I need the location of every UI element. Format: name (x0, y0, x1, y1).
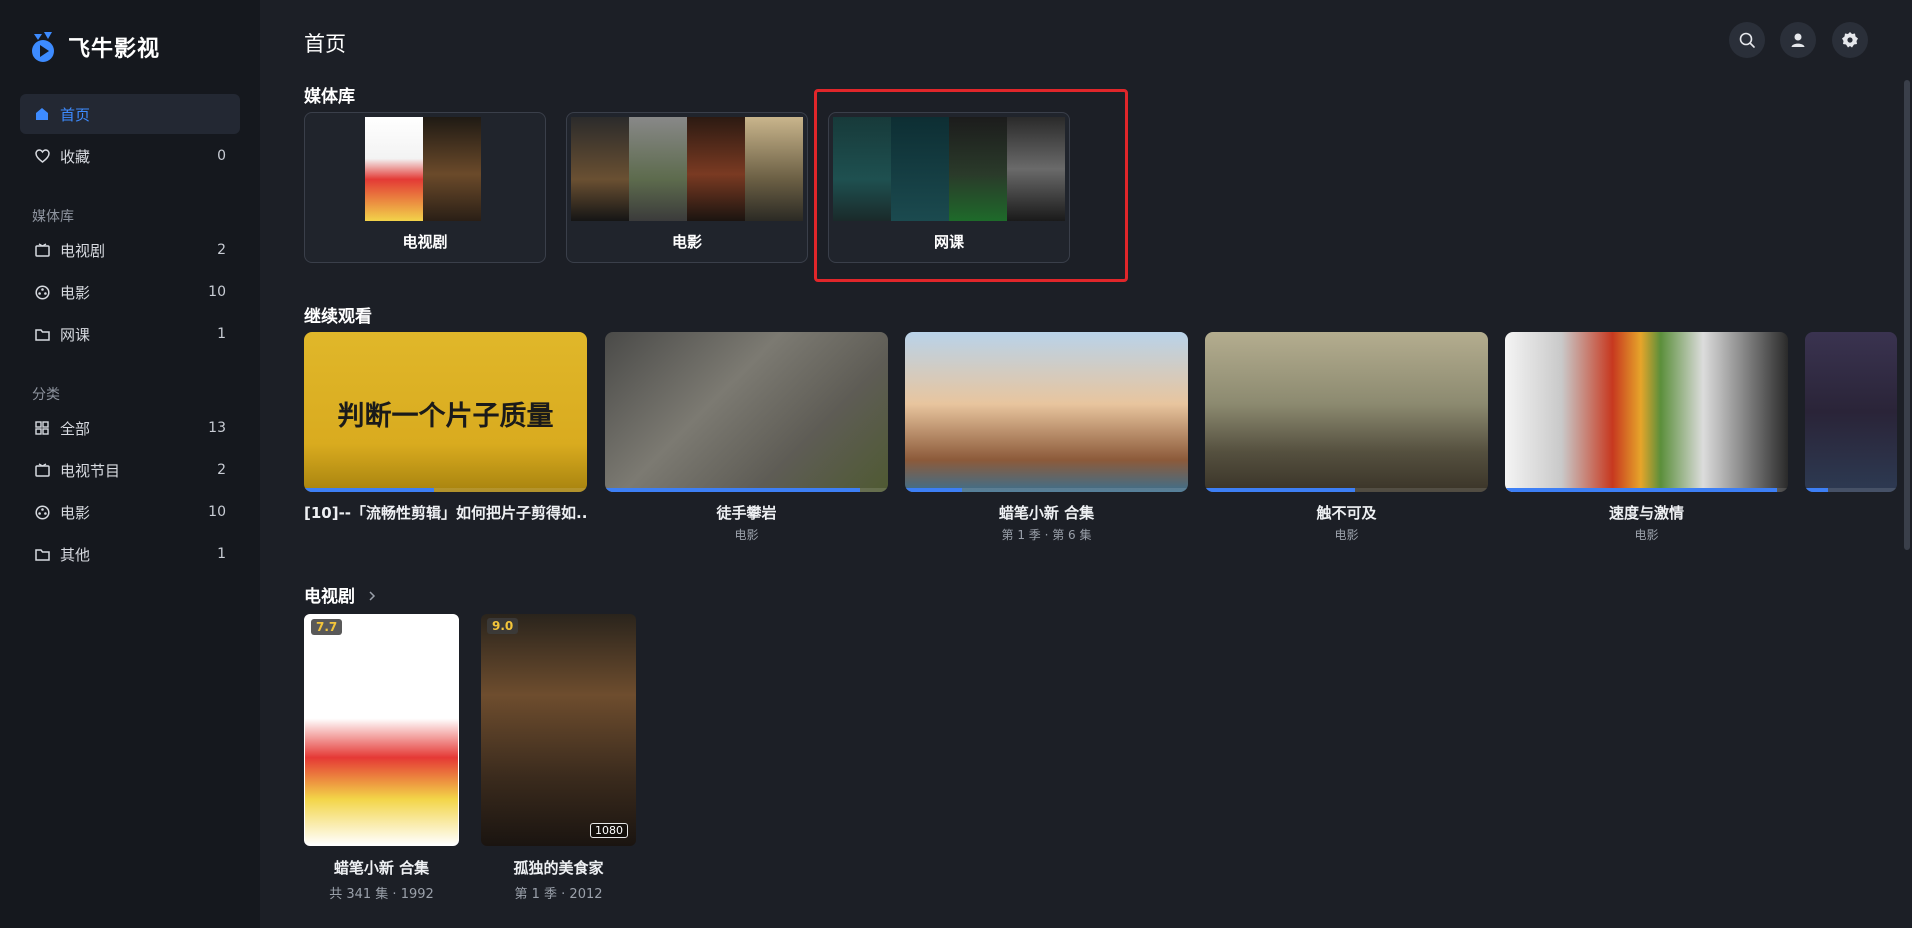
library-card-movies[interactable]: 电影 (566, 112, 808, 263)
sidebar-item-home[interactable]: 首页 (20, 94, 240, 134)
sidebar-item-label: 收藏 (60, 147, 91, 166)
sidebar-item-all[interactable]: 全部 13 (20, 408, 240, 448)
continue-card[interactable] (1205, 332, 1488, 492)
user-button[interactable] (1780, 22, 1816, 58)
media-library-heading: 媒体库 (304, 87, 355, 107)
favorites-count: 0 (217, 148, 226, 164)
continue-title: 蜡笔小新 合集 (998, 504, 1095, 522)
continue-subtitle: 第 1 季 · 第 6 集 (1001, 528, 1092, 542)
sidebar-item-label: 电影 (60, 283, 91, 302)
item-count: 10 (208, 284, 226, 300)
poster-card[interactable]: 7.7 (304, 614, 459, 846)
scrollbar[interactable] (1904, 80, 1910, 550)
library-card-label: 电视剧 (402, 233, 448, 251)
continue-subtitle: 电影 (734, 528, 759, 542)
page-title: 首页 (304, 32, 346, 56)
item-count: 13 (208, 420, 226, 436)
search-icon (1739, 32, 1755, 48)
sidebar-item-label: 网课 (60, 325, 91, 344)
sidebar-item-label: 其他 (60, 545, 91, 564)
highlight-annotation (814, 89, 1128, 282)
sidebar-item-courses[interactable]: 网课 1 (20, 314, 240, 354)
chevron-right-icon (369, 591, 375, 601)
app-name: 飞牛影视 (68, 37, 161, 62)
gear-icon (1842, 32, 1858, 48)
continue-title: 速度与激情 (1608, 504, 1684, 522)
film-reel-icon (34, 504, 50, 520)
sidebar-item-category-movies[interactable]: 电影 10 (20, 492, 240, 532)
continue-subtitle: 电影 (1334, 528, 1359, 542)
item-count: 2 (217, 242, 226, 258)
continue-subtitle: 电影 (1634, 528, 1659, 542)
poster-card[interactable]: 9.0 1080 (481, 614, 636, 846)
library-thumbnails (571, 117, 803, 221)
progress-bar (1805, 488, 1828, 492)
item-count: 1 (217, 326, 226, 342)
sidebar-item-tv[interactable]: 电视剧 2 (20, 230, 240, 270)
progress-bar (1505, 488, 1777, 492)
sidebar-item-other[interactable]: 其他 1 (20, 534, 240, 574)
sidebar: 飞牛影视 首页 收藏 0 媒体库 电视剧 2 电影 10 网课 1 分类 全部 … (0, 0, 260, 928)
progress-bar (304, 488, 435, 492)
continue-card[interactable] (605, 332, 888, 492)
poster-subtitle: 第 1 季 · 2012 (514, 887, 603, 902)
folder-icon (34, 326, 50, 342)
sidebar-item-tv-programs[interactable]: 电视节目 2 (20, 450, 240, 490)
settings-button[interactable] (1832, 22, 1868, 58)
tv-icon (34, 462, 50, 478)
sidebar-item-label: 首页 (60, 105, 91, 124)
poster-title: 孤独的美食家 (513, 859, 604, 877)
thumbnail-overlay-text: 判断一个片子质量 (337, 401, 554, 432)
poster-subtitle: 共 341 集 · 1992 (329, 887, 434, 902)
sidebar-item-label: 电视剧 (60, 241, 106, 260)
resolution-badge: 1080 (590, 823, 628, 838)
rating-badge: 7.7 (311, 619, 343, 635)
search-button[interactable] (1729, 22, 1765, 58)
user-icon (1791, 33, 1805, 47)
library-card-tv[interactable]: 电视剧 (304, 112, 546, 263)
sidebar-item-favorites[interactable]: 收藏 0 (20, 136, 240, 176)
continue-title: [10]--「流畅性剪辑」如何把片子剪得如... (304, 504, 587, 522)
continue-title: 徒手攀岩 (716, 504, 777, 522)
progress-bar (905, 488, 962, 492)
app-logo-icon (32, 32, 54, 62)
heart-icon (34, 148, 50, 164)
item-count: 10 (208, 504, 226, 520)
continue-card[interactable] (1805, 332, 1897, 492)
category-section-heading: 分类 (32, 387, 60, 403)
progress-bar (1205, 488, 1355, 492)
tv-shows-title: 电视剧 (304, 587, 355, 607)
home-icon (34, 106, 50, 122)
progress-bar (605, 488, 860, 492)
sidebar-item-label: 全部 (60, 419, 91, 438)
rating-badge: 9.0 (487, 618, 519, 634)
folder-icon (34, 546, 50, 562)
poster-title: 蜡笔小新 合集 (333, 859, 430, 877)
continue-title: 触不可及 (1316, 504, 1377, 522)
sidebar-item-movies[interactable]: 电影 10 (20, 272, 240, 312)
sidebar-item-label: 电视节目 (60, 461, 121, 480)
library-section-heading: 媒体库 (32, 209, 74, 225)
tv-icon (34, 242, 50, 258)
grid-icon (34, 420, 50, 436)
item-count: 2 (217, 462, 226, 478)
continue-card[interactable] (1505, 332, 1788, 492)
library-card-label: 电影 (671, 233, 702, 251)
film-reel-icon (34, 284, 50, 300)
tv-shows-heading[interactable]: 电视剧 (304, 582, 377, 607)
item-count: 1 (217, 546, 226, 562)
sidebar-item-label: 电影 (60, 503, 91, 522)
continue-watching-heading: 继续观看 (304, 307, 372, 327)
brand[interactable]: 飞牛影视 (28, 30, 160, 64)
continue-card[interactable]: 判断一个片子质量 (304, 332, 587, 492)
library-thumbnails (365, 117, 481, 221)
continue-card[interactable] (905, 332, 1188, 492)
